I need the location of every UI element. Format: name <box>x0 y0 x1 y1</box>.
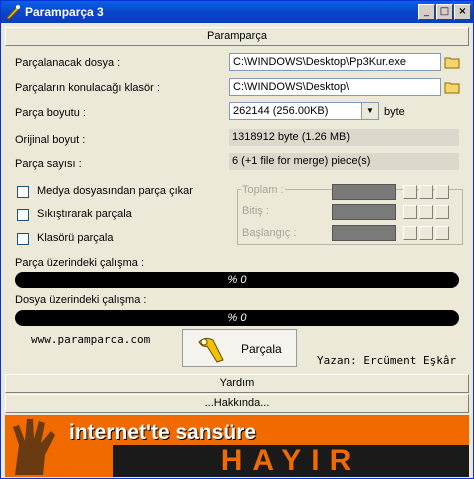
maximize-button[interactable]: □ <box>436 4 453 20</box>
folder-option-label: Klasörü parçala <box>37 232 114 244</box>
total-spin-a[interactable] <box>403 185 417 199</box>
about-button[interactable]: ...Hakkında... <box>5 394 469 413</box>
start-display <box>332 225 396 241</box>
folder-path-field[interactable]: C:\WINDOWS\Desktop\ <box>229 78 441 96</box>
banner-image: internet'te sansüre HAYIR <box>5 415 469 477</box>
start-spin-a[interactable] <box>403 226 417 240</box>
author-text: Yazan: Ercüment Eşkâr <box>317 354 457 367</box>
browse-folder-icon[interactable] <box>444 79 461 95</box>
total-spin-b[interactable] <box>419 185 433 199</box>
window-title: Paramparça 3 <box>25 5 104 19</box>
part-progress-label: Parça üzerindeki çalışma : <box>15 257 144 269</box>
browse-file-icon[interactable] <box>444 54 461 70</box>
start-spin-c[interactable] <box>435 226 449 240</box>
split-button[interactable]: Parçala <box>182 329 297 367</box>
total-label: Toplam : <box>241 184 285 196</box>
piece-count-label: Parça sayısı : <box>15 158 82 170</box>
media-checkbox[interactable] <box>17 186 29 198</box>
end-spin-b[interactable] <box>419 205 433 219</box>
file-path-field[interactable]: C:\WINDOWS\Desktop\Pp3Kur.exe <box>229 53 441 71</box>
end-spin-a[interactable] <box>403 205 417 219</box>
banner-line2: HAYIR <box>113 445 469 477</box>
original-size-value: 1318912 byte (1.26 MB) <box>229 129 459 146</box>
file-label: Parçalanacak dosya : <box>15 57 121 69</box>
file-progress-bar: % 0 <box>15 310 459 326</box>
start-spin-b[interactable] <box>419 226 433 240</box>
app-icon <box>6 5 20 20</box>
app-window: Paramparça 3 _ □ × Paramparça Parçalanac… <box>0 0 474 479</box>
close-button[interactable]: × <box>454 4 471 20</box>
help-button[interactable]: Yardım <box>5 374 469 393</box>
piece-count-value: 6 (+1 file for merge) piece(s) <box>229 153 459 170</box>
size-select[interactable]: 262144 (256.00KB) ▼ <box>229 102 379 120</box>
hand-icon <box>13 419 55 475</box>
size-select-value: 262144 (256.00KB) <box>233 105 329 117</box>
file-progress-label: Dosya üzerindeki çalışma : <box>15 294 147 306</box>
website-link[interactable]: www.paramparca.com <box>31 333 150 346</box>
part-progress-bar: % 0 <box>15 272 459 288</box>
banner-line1: internet'te sansüre <box>69 421 257 444</box>
end-spin-c[interactable] <box>435 205 449 219</box>
media-option-label: Medya dosyasından parça çıkar <box>37 185 193 197</box>
folder-checkbox[interactable] <box>17 233 29 245</box>
chevron-down-icon[interactable]: ▼ <box>361 103 378 119</box>
original-size-label: Orijinal boyut : <box>15 134 86 146</box>
split-icon <box>198 337 224 363</box>
compress-checkbox[interactable] <box>17 209 29 221</box>
end-display <box>332 204 396 220</box>
size-unit: byte <box>384 106 405 118</box>
end-label: Bitiş : <box>241 205 270 217</box>
total-spin-c[interactable] <box>435 185 449 199</box>
start-label: Başlangıç : <box>241 227 298 239</box>
compress-option-label: Sıkıştırarak parçala <box>37 208 132 220</box>
header-button[interactable]: Paramparça <box>5 27 469 46</box>
split-button-label: Parçala <box>241 342 282 356</box>
minimize-button[interactable]: _ <box>418 4 435 20</box>
folder-label: Parçaların konulacağı klasör : <box>15 82 160 94</box>
total-display <box>332 184 396 200</box>
title-bar[interactable]: Paramparça 3 _ □ × <box>1 1 473 23</box>
size-label: Parça boyutu : <box>15 107 86 119</box>
